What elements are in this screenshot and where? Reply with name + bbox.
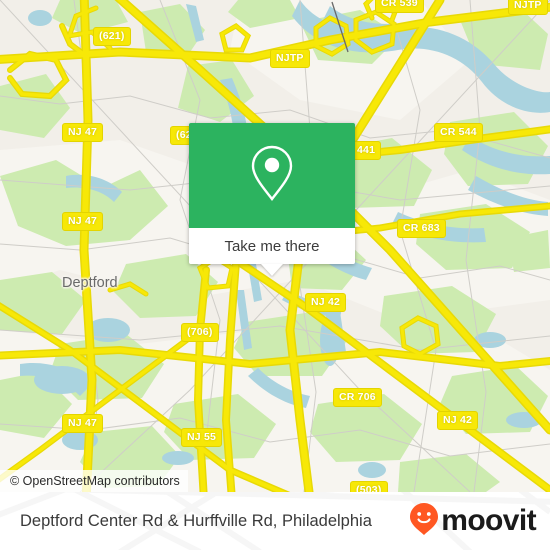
road-shield: (621) <box>93 27 131 46</box>
road-shield: NJ 47 <box>62 123 104 142</box>
map-canvas[interactable]: (621) NJTP CR 539 NJTP NJ 47 (621) CR 54… <box>0 0 550 492</box>
road-shield: NJ 47 <box>62 414 104 433</box>
road-shield: CR 706 <box>333 388 382 407</box>
popup-pointer <box>261 264 283 276</box>
footer-bar: Deptford Center Rd & Hurffville Rd, Phil… <box>0 492 550 550</box>
road-shield: CR 544 <box>434 123 483 142</box>
take-me-there-button[interactable]: Take me there <box>189 228 355 264</box>
attribution-text: © OpenStreetMap contributors <box>10 474 180 488</box>
road-shield: NJ 55 <box>181 428 223 447</box>
road-shield: CR 683 <box>397 219 446 238</box>
road-shield: (706) <box>181 323 219 342</box>
map-screenshot: (621) NJTP CR 539 NJTP NJ 47 (621) CR 54… <box>0 0 550 550</box>
road-shield: CR 539 <box>375 0 424 13</box>
take-me-there-label: Take me there <box>224 237 320 255</box>
road-shield: NJ 42 <box>305 293 347 312</box>
moovit-smiley-pin-icon <box>409 502 439 541</box>
road-shield: 441 <box>351 141 382 160</box>
moovit-logo[interactable]: moovit <box>409 502 537 541</box>
popup-image-area <box>189 123 355 228</box>
place-label-deptford: Deptford <box>62 275 118 291</box>
map-attribution[interactable]: © OpenStreetMap contributors <box>0 470 188 492</box>
map-pin-icon <box>248 143 296 208</box>
moovit-wordmark: moovit <box>441 504 536 537</box>
road-shield: NJTP <box>270 49 310 68</box>
road-shield: NJTP <box>508 0 548 15</box>
road-shield: NJ 42 <box>437 411 479 430</box>
road-shield: (503) <box>350 481 388 492</box>
road-shield: NJ 47 <box>62 212 104 231</box>
location-popup[interactable]: Take me there <box>189 123 355 276</box>
location-title: Deptford Center Rd & Hurffville Rd, Phil… <box>20 511 372 530</box>
